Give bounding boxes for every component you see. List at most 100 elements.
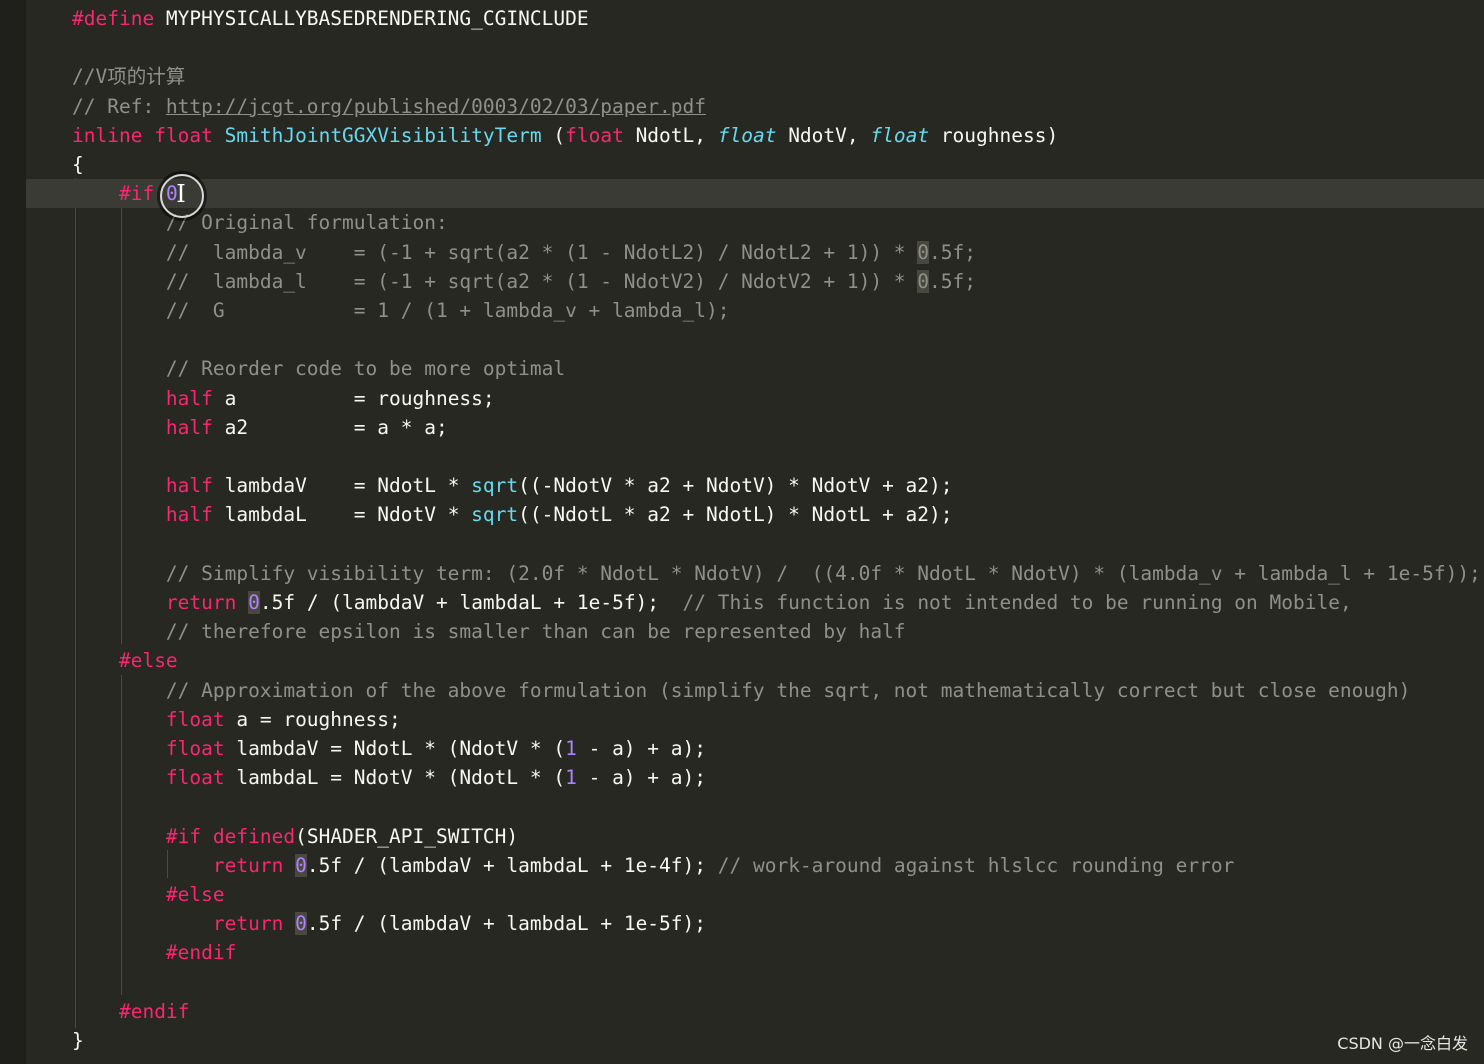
code-token: lambdaL = NdotV * bbox=[212, 503, 472, 527]
code-line[interactable]: #if defined(SHADER_API_SWITCH) bbox=[26, 822, 1484, 851]
code-token: float bbox=[717, 123, 777, 147]
code-line[interactable]: #else bbox=[26, 646, 1484, 675]
code-line-text: float lambdaV = NdotL * (NdotV * (1 - a)… bbox=[72, 734, 706, 763]
code-token: #if bbox=[118, 182, 155, 206]
code-token: .5f / (lambdaV + lambdaL + 1e-5f); bbox=[306, 912, 707, 936]
code-token: #endif bbox=[118, 999, 190, 1023]
code-token: lambdaV = NdotL * bbox=[212, 474, 472, 498]
code-line[interactable]: #else bbox=[26, 880, 1484, 909]
code-token: half bbox=[165, 386, 213, 410]
code-token: ((-NdotV * a2 + NdotV) * NdotV + a2); bbox=[518, 474, 953, 498]
code-line[interactable] bbox=[26, 792, 1484, 821]
code-line[interactable]: half a = roughness; bbox=[26, 384, 1484, 413]
code-line[interactable]: { bbox=[26, 150, 1484, 179]
code-line-text: // Simplify visibility term: (2.0f * Ndo… bbox=[72, 559, 1481, 588]
code-line[interactable] bbox=[26, 33, 1484, 62]
code-line-text: #define MYPHYSICALLYBASEDRENDERING_CGINC… bbox=[72, 4, 589, 33]
code-line[interactable]: return 0.5f / (lambdaV + lambdaL + 1e-4f… bbox=[26, 851, 1484, 880]
code-line[interactable]: float lambdaV = NdotL * (NdotV * (1 - a)… bbox=[26, 734, 1484, 763]
code-line[interactable]: #endif bbox=[26, 938, 1484, 967]
code-line[interactable]: float lambdaL = NdotV * (NdotL * (1 - a)… bbox=[26, 763, 1484, 792]
code-token: a2 = a * a; bbox=[212, 415, 448, 439]
code-line[interactable] bbox=[26, 968, 1484, 997]
code-token: 0 bbox=[248, 591, 260, 614]
code-line[interactable]: } bbox=[26, 1026, 1484, 1055]
code-token: 0 bbox=[917, 269, 930, 293]
code-token: 1 bbox=[565, 766, 577, 790]
code-token: return bbox=[212, 912, 284, 936]
code-token: sqrt bbox=[471, 503, 519, 527]
code-line[interactable]: return 0.5f / (lambdaV + lambdaL + 1e-5f… bbox=[26, 588, 1484, 617]
code-token: // Ref: bbox=[72, 94, 166, 118]
code-line[interactable]: float a = roughness; bbox=[26, 705, 1484, 734]
code-line[interactable]: // lambda_l = (-1 + sqrt(a2 * (1 - NdotV… bbox=[26, 267, 1484, 296]
code-line-text: //V项的计算 bbox=[72, 62, 185, 91]
code-token: lambdaL = NdotV * (NdotL * ( bbox=[224, 766, 566, 790]
watermark: CSDN @一念白发 bbox=[1337, 1034, 1468, 1053]
code-line-text: half a = roughness; bbox=[72, 384, 495, 413]
code-line[interactable]: // Approximation of the above formulatio… bbox=[26, 676, 1484, 705]
code-line-text: #endif bbox=[72, 938, 236, 967]
code-line-text: inline float SmithJointGGXVisibilityTerm… bbox=[72, 121, 1058, 150]
code-token: lambdaV = NdotL * (NdotV * ( bbox=[224, 737, 566, 760]
code-token: // work-around against hlslcc rounding e… bbox=[717, 853, 1235, 877]
code-line[interactable]: return 0.5f / (lambdaV + lambdaL + 1e-5f… bbox=[26, 909, 1484, 938]
code-token: .5f; bbox=[929, 240, 976, 264]
code-line-text: return 0.5f / (lambdaV + lambdaL + 1e-5f… bbox=[72, 909, 706, 938]
code-line[interactable]: #if 0 bbox=[26, 179, 1484, 209]
code-line[interactable] bbox=[26, 530, 1484, 559]
code-token: { bbox=[72, 153, 84, 176]
code-line[interactable]: // Simplify visibility term: (2.0f * Ndo… bbox=[26, 559, 1484, 588]
editor-gutter bbox=[0, 0, 26, 1064]
code-token: half bbox=[165, 474, 213, 498]
code-editor[interactable]: #define MYPHYSICALLYBASEDRENDERING_CGINC… bbox=[26, 0, 1484, 1064]
code-line[interactable]: // Ref: http://jcgt.org/published/0003/0… bbox=[26, 92, 1484, 121]
code-token: roughness) bbox=[929, 123, 1059, 147]
code-token: ((-NdotL * a2 + NdotL) * NdotL + a2); bbox=[518, 503, 953, 527]
code-line[interactable] bbox=[26, 442, 1484, 471]
code-line[interactable]: half lambdaL = NdotV * sqrt((-NdotL * a2… bbox=[26, 500, 1484, 529]
code-line[interactable]: //V项的计算 bbox=[26, 62, 1484, 91]
code-line[interactable]: // G = 1 / (1 + lambda_v + lambda_l); bbox=[26, 296, 1484, 325]
code-line[interactable]: #define MYPHYSICALLYBASEDRENDERING_CGINC… bbox=[26, 4, 1484, 33]
code-token: half bbox=[165, 503, 213, 527]
code-line[interactable]: // Original formulation: bbox=[26, 208, 1484, 237]
code-line[interactable]: // Reorder code to be more optimal bbox=[26, 354, 1484, 383]
code-line-text: // therefore epsilon is smaller than can… bbox=[72, 617, 906, 646]
code-token: float bbox=[565, 123, 624, 147]
code-token: 1 bbox=[565, 737, 577, 760]
code-line[interactable]: inline float SmithJointGGXVisibilityTerm… bbox=[26, 121, 1484, 150]
code-line-text: // Ref: http://jcgt.org/published/0003/0… bbox=[72, 92, 706, 121]
code-line[interactable]: // therefore epsilon is smaller than can… bbox=[26, 617, 1484, 646]
code-line[interactable] bbox=[26, 325, 1484, 354]
code-token: 0 bbox=[917, 240, 930, 264]
code-token: // lambda_v = (-1 + sqrt(a2 * (1 - NdotL… bbox=[165, 240, 918, 264]
code-line-text: #endif bbox=[72, 997, 189, 1026]
code-token: // G = 1 / (1 + lambda_v + lambda_l); bbox=[165, 299, 730, 322]
code-line[interactable]: half lambdaV = NdotL * sqrt((-NdotV * a2… bbox=[26, 471, 1484, 500]
code-token: // therefore epsilon is smaller than can… bbox=[165, 620, 906, 644]
code-line[interactable]: half a2 = a * a; bbox=[26, 413, 1484, 442]
code-line[interactable]: // lambda_v = (-1 + sqrt(a2 * (1 - NdotL… bbox=[26, 238, 1484, 267]
code-token: float bbox=[165, 766, 225, 790]
code-token: #if bbox=[165, 824, 202, 848]
code-line[interactable]: #endif bbox=[26, 997, 1484, 1026]
